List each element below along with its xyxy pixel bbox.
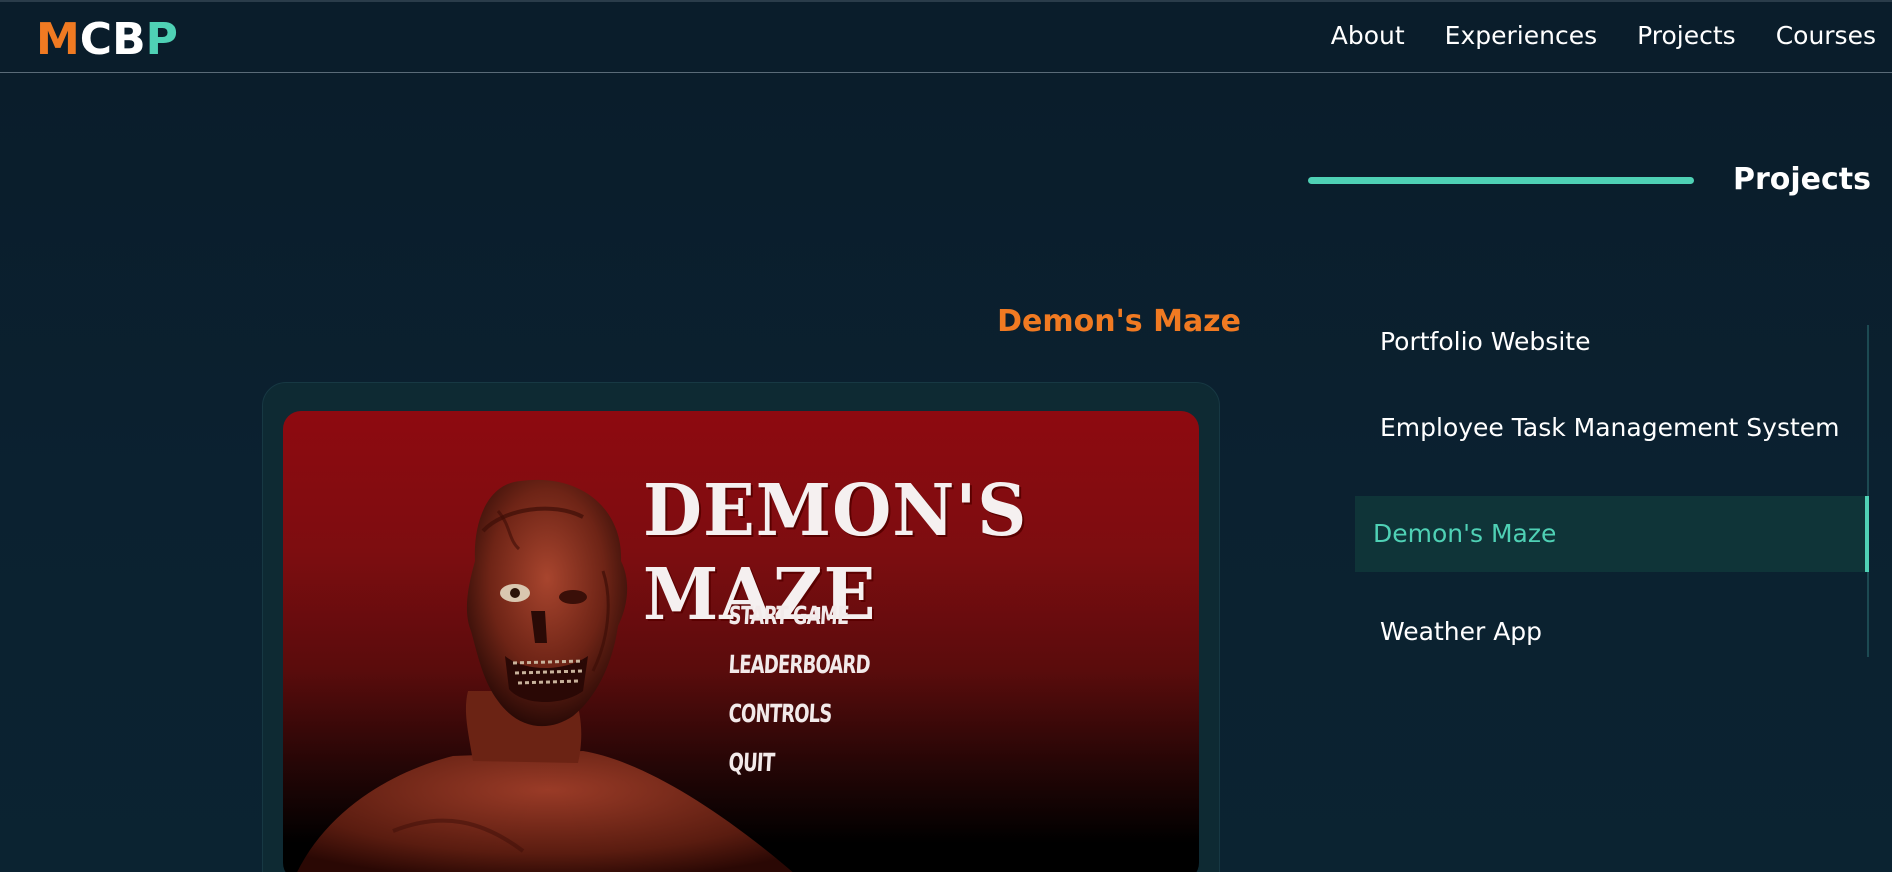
logo-letter-c: C (79, 14, 113, 65)
section-accent-line (1308, 177, 1694, 184)
project-list-item-portfolio-website[interactable]: Portfolio Website (1355, 325, 1869, 359)
game-menu-item: CONTROLS (727, 699, 833, 728)
project-list-item-demons-maze[interactable]: Demon's Maze (1355, 496, 1869, 572)
game-menu-item: QUIT (727, 748, 776, 777)
main-nav: About Experiences Projects Courses (1331, 19, 1876, 53)
nav-link-projects[interactable]: Projects (1637, 19, 1736, 53)
nav-link-courses[interactable]: Courses (1776, 19, 1876, 53)
page: MCBP About Experiences Projects Courses … (0, 0, 1892, 872)
section-title: Projects (1732, 162, 1871, 197)
project-preview-image: DEMON'S MAZE START GAME LEADERBOARD CONT… (283, 411, 1199, 872)
project-list-item-employee-task-management-system[interactable]: Employee Task Management System (1355, 411, 1869, 445)
logo-letter-m: M (36, 14, 80, 65)
logo-letter-p: P (145, 14, 178, 65)
project-list-item-weather-app[interactable]: Weather App (1355, 615, 1869, 649)
nav-link-about[interactable]: About (1331, 19, 1405, 53)
game-menu: START GAME LEADERBOARD CONTROLS QUIT (728, 601, 904, 797)
nav-link-experiences[interactable]: Experiences (1445, 19, 1597, 53)
game-menu-item: START GAME (727, 601, 850, 630)
logo-letter-b: B (112, 14, 146, 65)
game-menu-item: LEADERBOARD (727, 650, 871, 679)
top-navbar: MCBP About Experiences Projects Courses (0, 0, 1892, 73)
game-title-art: DEMON'S MAZE (643, 469, 1028, 637)
project-title: Demon's Maze (997, 304, 1241, 339)
projects-list: Portfolio Website Employee Task Manageme… (1355, 325, 1869, 657)
site-logo[interactable]: MCBP (36, 14, 178, 65)
